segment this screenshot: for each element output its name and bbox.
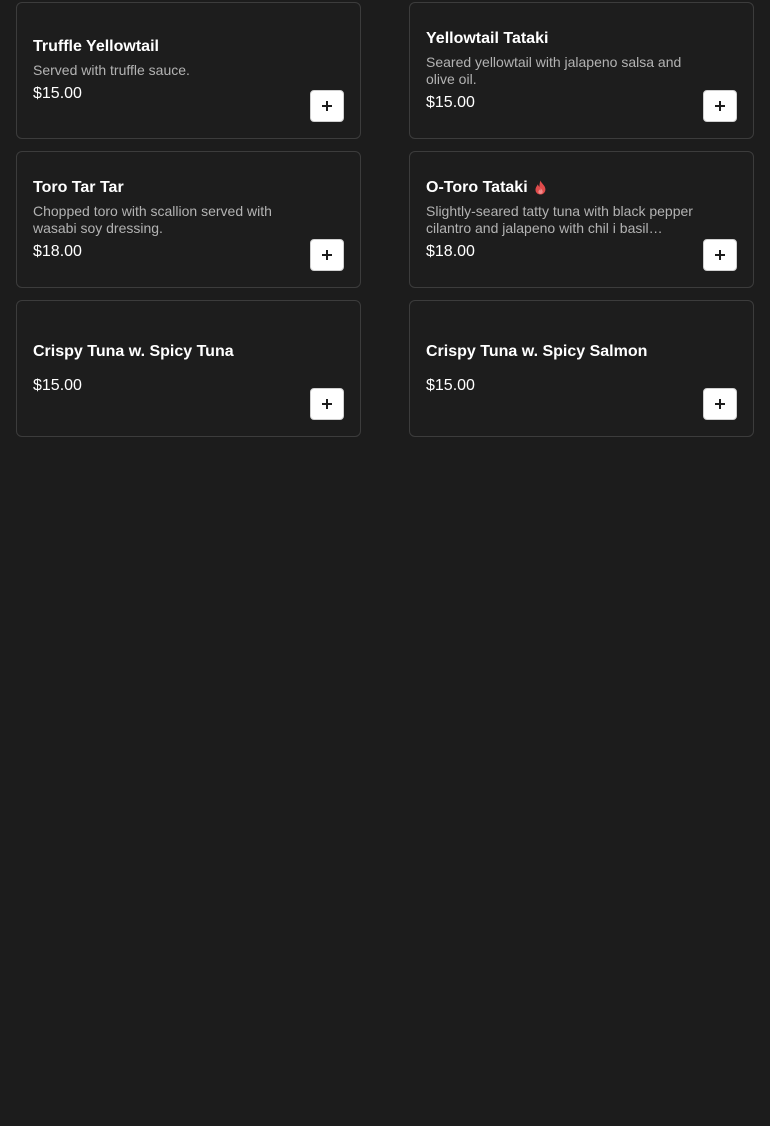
menu-item-card[interactable]: O-Toro Tataki Slightly-seared tatty tuna… <box>409 151 754 288</box>
plus-icon <box>715 250 725 260</box>
menu-item-content: Crispy Tuna w. Spicy Tuna $15.00 <box>33 301 310 436</box>
plus-icon <box>322 101 332 111</box>
menu-item-card[interactable]: Yellowtail Tataki Seared yellowtail with… <box>409 2 754 139</box>
menu-item-title-row: Truffle Yellowtail <box>33 37 310 57</box>
menu-item-title-row: Yellowtail Tataki <box>426 29 703 49</box>
menu-item-price: $18.00 <box>33 242 82 260</box>
menu-item-title-row: Crispy Tuna w. Spicy Salmon <box>426 342 703 362</box>
menu-item-price: $15.00 <box>426 93 475 111</box>
plus-icon <box>715 101 725 111</box>
menu-item-description: Seared yellowtail with jalapeno salsa an… <box>426 53 682 87</box>
menu-item-card[interactable]: Truffle Yellowtail Served with truffle s… <box>16 2 361 139</box>
spicy-flame-icon <box>535 180 546 195</box>
menu-item-title: Truffle Yellowtail <box>33 38 159 55</box>
menu-item-content: Crispy Tuna w. Spicy Salmon $15.00 <box>426 301 703 436</box>
menu-items-grid: Truffle Yellowtail Served with truffle s… <box>0 0 770 1126</box>
menu-item-price: $15.00 <box>33 376 82 394</box>
menu-item-card[interactable]: Toro Tar Tar Chopped toro with scallion … <box>16 151 361 288</box>
plus-icon <box>322 399 332 409</box>
add-to-cart-button[interactable] <box>703 90 737 122</box>
menu-item-description: Chopped toro with scallion served with w… <box>33 202 272 236</box>
plus-icon <box>322 250 332 260</box>
menu-item-card[interactable]: Crispy Tuna w. Spicy Tuna $15.00 <box>16 300 361 437</box>
add-to-cart-button[interactable] <box>703 239 737 271</box>
plus-icon <box>715 399 725 409</box>
add-to-cart-button[interactable] <box>310 90 344 122</box>
menu-item-title-row: O-Toro Tataki <box>426 178 703 198</box>
menu-item-description: Served with truffle sauce. <box>33 62 190 78</box>
menu-item-price: $15.00 <box>426 376 475 394</box>
add-to-cart-button[interactable] <box>310 388 344 420</box>
menu-item-description: Slightly-seared tatty tuna with black pe… <box>426 202 693 236</box>
add-to-cart-button[interactable] <box>703 388 737 420</box>
menu-item-title-row: Crispy Tuna w. Spicy Tuna <box>33 342 310 362</box>
menu-item-content: O-Toro Tataki Slightly-seared tatty tuna… <box>426 152 703 287</box>
menu-item-title: Toro Tar Tar <box>33 178 124 196</box>
menu-item-card[interactable]: Crispy Tuna w. Spicy Salmon $15.00 <box>409 300 754 437</box>
menu-item-content: Yellowtail Tataki Seared yellowtail with… <box>426 3 703 138</box>
add-to-cart-button[interactable] <box>310 239 344 271</box>
menu-item-title-row: Toro Tar Tar <box>33 178 310 198</box>
menu-item-content: Toro Tar Tar Chopped toro with scallion … <box>33 152 310 287</box>
menu-item-price: $15.00 <box>33 85 82 102</box>
menu-item-title: Yellowtail Tataki <box>426 29 549 47</box>
menu-item-title: O-Toro Tataki <box>426 178 528 196</box>
menu-item-title: Crispy Tuna w. Spicy Tuna <box>33 342 234 360</box>
menu-item-title: Crispy Tuna w. Spicy Salmon <box>426 342 648 360</box>
menu-item-price: $18.00 <box>426 242 475 260</box>
menu-item-content: Truffle Yellowtail Served with truffle s… <box>33 3 310 138</box>
